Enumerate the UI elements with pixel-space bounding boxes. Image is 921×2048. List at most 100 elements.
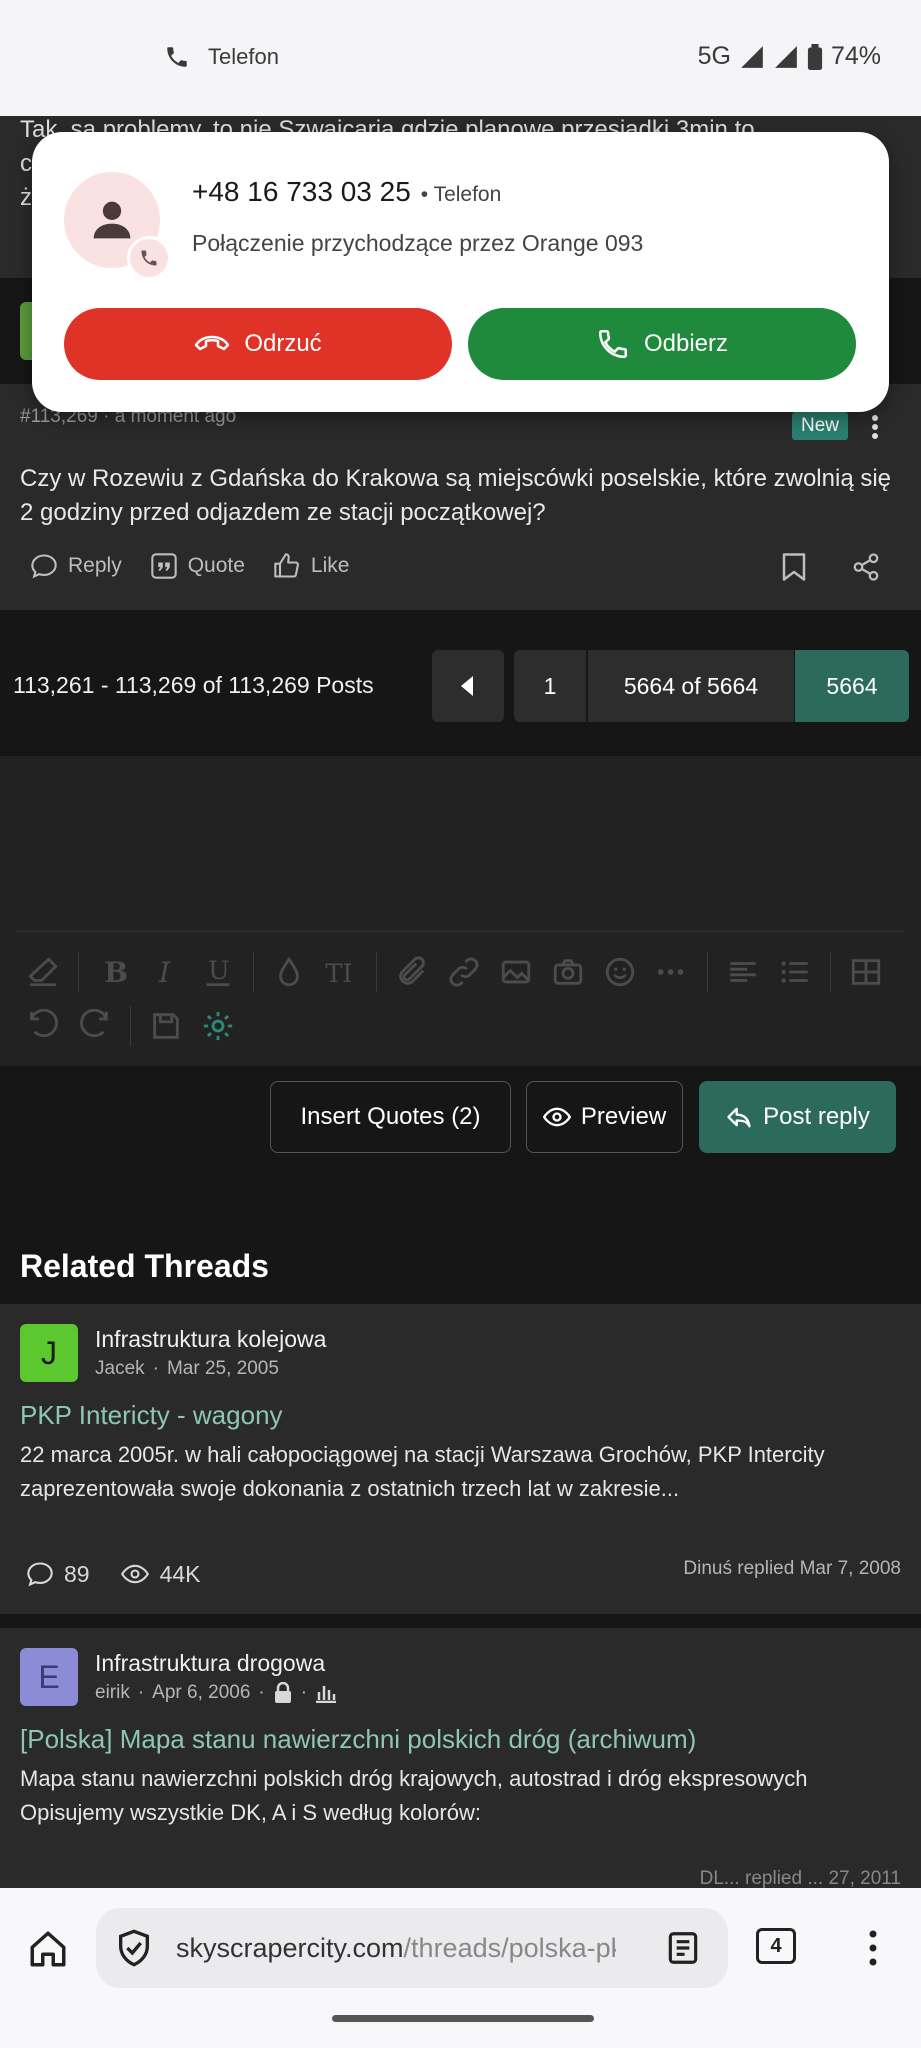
previous-page-button[interactable] <box>432 650 504 722</box>
reply-label: Reply <box>68 554 122 577</box>
status-icons: 5G 74% <box>698 42 881 71</box>
eye-icon <box>120 1560 150 1588</box>
security-shield-icon[interactable] <box>114 1928 154 1968</box>
new-badge: New <box>792 412 849 440</box>
last-reply: DL... replied ... 27, 2011 <box>699 1868 901 1889</box>
italic-icon[interactable]: I <box>149 955 183 989</box>
menu-kebab-icon[interactable] <box>868 1928 878 1968</box>
status-bar: Telefon 5G 74% <box>0 0 921 116</box>
thread-title[interactable]: PKP Intericty - wagony <box>20 1400 283 1431</box>
emoji-icon[interactable] <box>603 955 637 989</box>
post-reply-button[interactable]: Post reply <box>699 1081 896 1153</box>
call-label: Telefon <box>208 44 279 69</box>
page-1-button[interactable]: 1 <box>514 650 586 722</box>
table-icon[interactable] <box>849 955 883 989</box>
call-subtitle: Połączenie przychodzące przez Orange 093 <box>192 230 644 256</box>
camera-icon[interactable] <box>551 955 585 989</box>
thread-forum[interactable]: Infrastruktura kolejowa <box>95 1326 326 1353</box>
svg-text:U: U <box>208 956 230 986</box>
incoming-call-notification[interactable]: +48 16 733 03 25 • Telefon Połączenie pr… <box>32 132 889 412</box>
font-size-icon[interactable]: TI <box>324 955 358 989</box>
thread-forum[interactable]: Infrastruktura drogowa <box>95 1650 325 1677</box>
related-thread-card[interactable]: J Infrastruktura kolejowa Jacek · Mar 25… <box>0 1304 921 1614</box>
reply-button[interactable]: Reply <box>30 552 122 580</box>
reply-icon <box>30 552 58 580</box>
composer-actions: Insert Quotes (2) Preview Post reply <box>0 1066 921 1244</box>
views-count: 44K <box>159 1560 201 1587</box>
call-type: Telefon <box>433 183 502 206</box>
image-icon[interactable] <box>499 955 533 989</box>
comment-icon <box>26 1560 54 1588</box>
toolbar-separator <box>253 952 254 992</box>
align-icon[interactable] <box>726 955 760 989</box>
underline-icon[interactable]: U <box>201 955 235 989</box>
like-button[interactable]: Like <box>273 552 350 580</box>
hang-up-icon <box>194 333 230 355</box>
thread-author[interactable]: eirik <box>95 1682 130 1704</box>
last-reply: Dinuś replied Mar 7, 2008 <box>683 1558 901 1579</box>
caller-info: +48 16 733 03 25 • Telefon <box>192 176 502 207</box>
more-icon[interactable] <box>655 955 689 989</box>
color-drop-icon[interactable] <box>272 955 306 989</box>
related-thread-card[interactable]: E Infrastruktura drogowa eirik · Apr 6, … <box>0 1628 921 1889</box>
tab-switcher-button[interactable]: 4 <box>756 1928 796 1964</box>
thread-title[interactable]: [Polska] Mapa stanu nawierzchni polskich… <box>20 1724 696 1755</box>
editor-divider <box>16 931 904 932</box>
share-icon[interactable] <box>851 552 881 582</box>
caller-number: +48 16 733 03 25 <box>192 176 411 207</box>
battery-icon <box>807 43 823 70</box>
toolbar-separator <box>707 952 708 992</box>
eraser-icon[interactable] <box>26 955 60 989</box>
preview-label: Preview <box>580 1103 667 1130</box>
phone-icon <box>139 248 159 268</box>
reject-label: Odrzuć <box>244 330 322 357</box>
preview-button[interactable]: Preview <box>526 1081 683 1153</box>
thumbs-up-icon <box>273 552 301 580</box>
current-page-button[interactable]: 5664 <box>795 650 909 722</box>
accept-call-button[interactable]: Odbierz <box>468 308 856 380</box>
list-icon[interactable] <box>778 955 812 989</box>
quote-label: Quote <box>187 554 245 577</box>
previous-post-text-3: ż <box>20 184 32 211</box>
insert-quotes-button[interactable]: Insert Quotes (2) <box>270 1081 511 1153</box>
url-text[interactable]: skyscrapercity.com/threads/polska-pkp <box>176 1933 616 1964</box>
bookmark-icon[interactable] <box>781 552 807 582</box>
more-options-icon[interactable] <box>870 414 880 440</box>
thread-meta: Jacek · Mar 25, 2005 <box>95 1358 279 1380</box>
signal-icon <box>739 44 765 70</box>
settings-gear-icon[interactable] <box>201 1009 235 1043</box>
home-icon[interactable] <box>26 1928 70 1970</box>
page-selector[interactable]: 5664 of 5664 <box>588 650 794 722</box>
poll-icon <box>315 1683 337 1703</box>
forum-post: #113,269 · a moment ago New Czy w Rozewi… <box>0 384 921 610</box>
save-draft-icon[interactable] <box>149 1009 183 1043</box>
quote-button[interactable]: Quote <box>150 552 245 580</box>
accept-label: Odbierz <box>643 330 729 357</box>
avatar: E <box>20 1648 78 1706</box>
undo-icon[interactable] <box>26 1009 60 1043</box>
like-label: Like <box>310 554 350 577</box>
thread-author[interactable]: Jacek <box>95 1358 145 1380</box>
url-path: /threads/polska-pkp <box>403 1933 616 1963</box>
views-stat: 44K <box>120 1560 201 1588</box>
post-reply-label: Post reply <box>763 1103 870 1130</box>
ongoing-call-indicator[interactable]: Telefon <box>164 44 279 70</box>
reply-arrow-icon <box>725 1103 753 1131</box>
gesture-handle[interactable] <box>332 2015 594 2022</box>
address-bar[interactable]: skyscrapercity.com/threads/polska-pkp <box>96 1908 728 1988</box>
bold-icon[interactable]: B <box>97 955 131 989</box>
thread-stats: 89 44K <box>26 1560 201 1588</box>
reply-editor[interactable]: B I U TI <box>0 756 921 1066</box>
redo-icon[interactable] <box>78 1009 112 1043</box>
attachment-icon[interactable] <box>395 955 429 989</box>
link-icon[interactable] <box>447 955 481 989</box>
post-tools <box>781 552 881 582</box>
reject-call-button[interactable]: Odrzuć <box>64 308 452 380</box>
phone-icon <box>164 44 190 70</box>
chevron-left-icon <box>461 676 475 696</box>
svg-text:I: I <box>158 956 171 989</box>
editor-toolbar-row-2 <box>26 1006 235 1046</box>
reader-mode-icon[interactable] <box>664 1928 702 1968</box>
svg-text:B: B <box>104 955 128 989</box>
person-icon <box>90 198 134 242</box>
